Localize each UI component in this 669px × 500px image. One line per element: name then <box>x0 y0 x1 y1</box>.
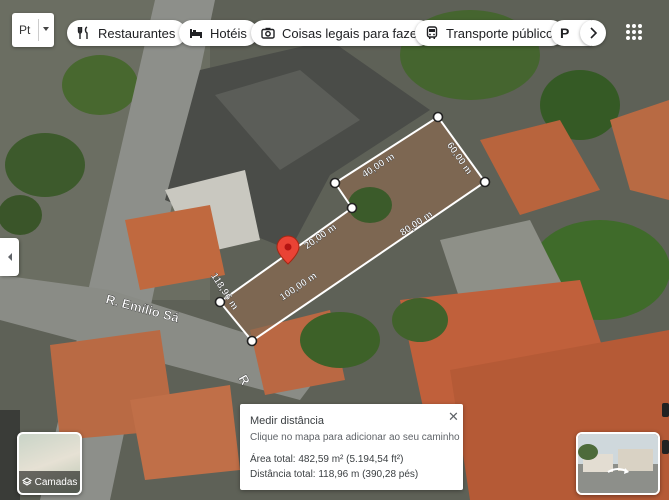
measure-distance: Distância total: 118,96 m (390,28 pés) <box>250 469 419 480</box>
caret-left-icon <box>7 253 12 261</box>
tree-canopy <box>300 312 380 368</box>
language-selector[interactable]: Pt <box>12 13 54 47</box>
bed-icon <box>188 25 204 41</box>
chip-label: Coisas legais para fazer <box>282 25 422 41</box>
scroll-marker <box>662 403 669 417</box>
measure-vertex[interactable] <box>329 177 341 189</box>
apps-grid-icon[interactable] <box>624 22 644 42</box>
language-code: Pt <box>19 23 31 37</box>
chip-things-to-do[interactable]: Coisas legais para fazer <box>251 20 433 46</box>
layers-label: Camadas <box>34 476 78 488</box>
chip-label: Transporte público <box>446 25 554 41</box>
scroll-marker <box>662 440 669 454</box>
chevron-right-icon <box>590 27 598 39</box>
tree-canopy <box>5 133 85 197</box>
chip-label: Restaurantes <box>98 25 176 41</box>
measure-vertex[interactable] <box>246 335 258 347</box>
chips-next-button[interactable] <box>580 20 606 46</box>
layers-icon <box>21 477 32 486</box>
measure-area: Área total: 482,59 m² (5.194,54 ft²) <box>250 454 404 465</box>
layers-label-bar: Camadas <box>19 471 80 493</box>
measure-distance-panel: Medir distância ✕ Clique no mapa para ad… <box>240 404 463 490</box>
layers-button[interactable]: Camadas <box>17 432 82 495</box>
bus-icon <box>424 25 440 41</box>
street-view-thumbnail[interactable] <box>576 432 660 495</box>
measure-vertex[interactable] <box>479 176 491 188</box>
fork-knife-icon <box>76 25 92 41</box>
tree-canopy <box>62 55 138 115</box>
measure-vertex[interactable] <box>432 111 444 123</box>
tree-canopy <box>0 195 42 235</box>
chevron-down-icon <box>43 27 49 31</box>
collapse-side-panel-button[interactable] <box>0 238 19 276</box>
tree-canopy <box>392 298 448 342</box>
roof <box>130 385 240 480</box>
measure-title: Medir distância <box>250 415 324 427</box>
measure-vertex[interactable] <box>346 202 358 214</box>
parking-icon: P <box>560 25 570 41</box>
measure-hint: Clique no mapa para adicionar ao seu cam… <box>250 432 460 443</box>
camera-icon <box>260 25 276 41</box>
language-separator <box>38 19 39 41</box>
chip-hotels[interactable]: Hotéis <box>179 20 258 46</box>
close-icon[interactable]: ✕ <box>448 409 459 425</box>
chip-transit[interactable]: Transporte público <box>415 20 565 46</box>
chip-restaurants[interactable]: Restaurantes <box>67 20 187 46</box>
